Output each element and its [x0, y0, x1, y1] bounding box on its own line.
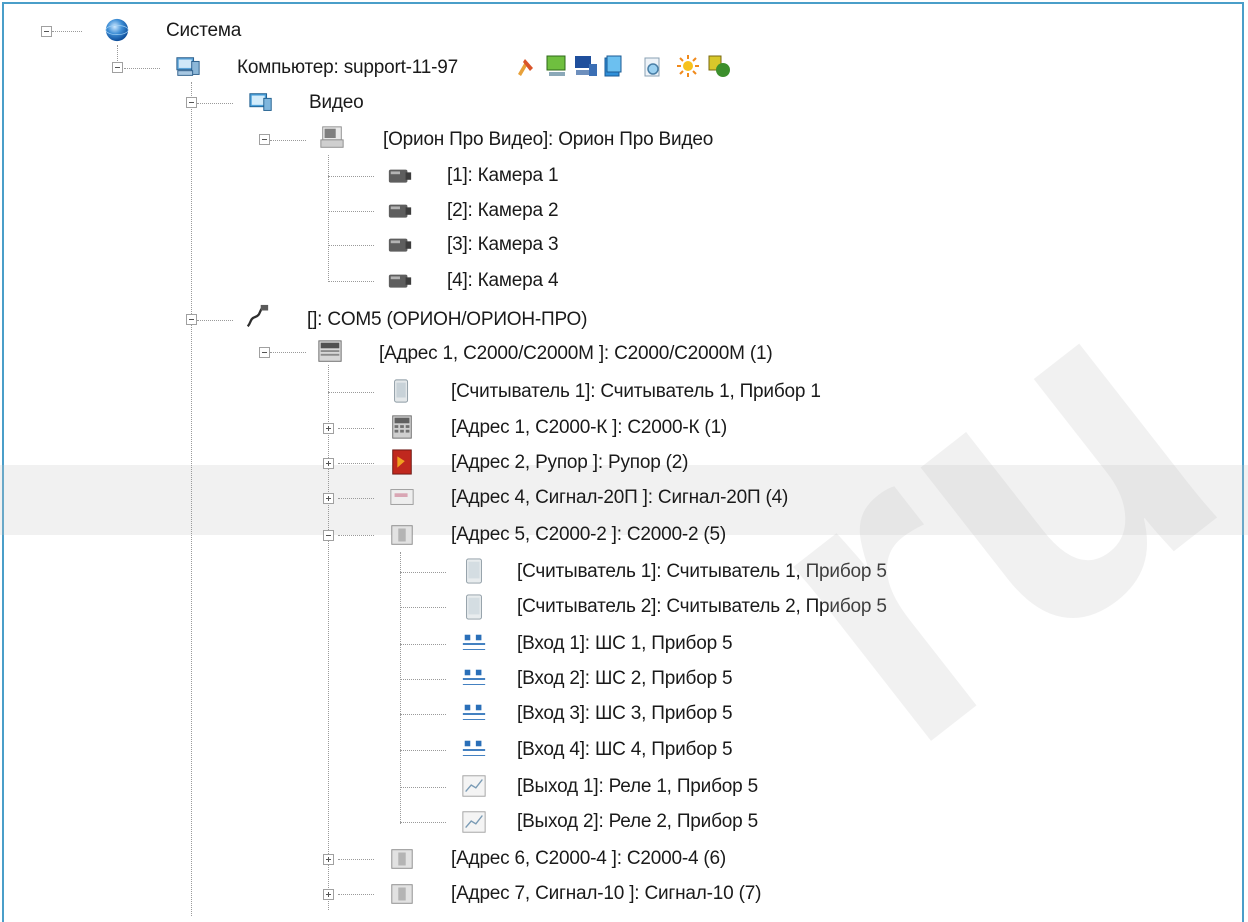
relay-icon: [462, 811, 486, 833]
tree-node-label: [Считыватель 2]: Считыватель 2, Прибор 5: [517, 596, 887, 617]
tree-node-label: [Орион Про Видео]: Орион Про Видео: [383, 129, 714, 150]
console-device-icon: [318, 340, 342, 362]
tree-node-camera[interactable]: [2]: Камера 2: [447, 194, 559, 228]
tree-node-device[interactable]: [Адрес 1, С2000-К ]: С2000-К (1): [451, 411, 727, 445]
loop-input-icon: [462, 669, 486, 686]
controller-device-icon: [391, 884, 413, 904]
tree-node-video[interactable]: Видео: [309, 86, 364, 120]
tree-node-device[interactable]: [Адрес 7, Сигнал-10 ]: Сигнал-10 (7): [451, 877, 761, 911]
tree-node-label: [Адрес 1, С2000-К ]: С2000-К (1): [451, 417, 728, 438]
expand-toggle-rupor[interactable]: [323, 458, 334, 469]
tree-node-label: [Выход 2]: Реле 2, Прибор 5: [517, 811, 758, 832]
collapse-toggle-system[interactable]: [41, 26, 52, 37]
tree-node-camera[interactable]: [4]: Камера 4: [447, 264, 559, 298]
loop-input-icon: [462, 740, 486, 757]
document-search-icon[interactable]: [641, 56, 665, 80]
tree-node-label: [Адрес 6, С2000-4 ]: С2000-4 (6): [451, 848, 727, 869]
reader-icon: [466, 594, 482, 620]
tree-node-input[interactable]: [Вход 2]: ШС 2, Прибор 5: [517, 662, 733, 696]
tree-node-label: [Вход 2]: ШС 2, Прибор 5: [517, 668, 733, 689]
tree-node-output[interactable]: [Выход 2]: Реле 2, Прибор 5: [517, 805, 758, 839]
tree-node-video-server[interactable]: [Орион Про Видео]: Орион Про Видео: [383, 123, 713, 157]
signal-device-icon: [390, 489, 414, 505]
tree-node-label: [Считыватель 1]: Считыватель 1, Прибор 5: [517, 561, 887, 582]
tree-node-reader[interactable]: [Считыватель 1]: Считыватель 1, Прибор 1: [451, 375, 821, 409]
camera-icon: [388, 238, 412, 252]
tree-node-reader[interactable]: [Считыватель 1]: Считыватель 1, Прибор 5: [517, 555, 887, 589]
tree-node-input[interactable]: [Вход 4]: ШС 4, Прибор 5: [517, 733, 733, 767]
tree-node-label: [Адрес 5, С2000-2 ]: С2000-2 (5): [451, 524, 727, 545]
computer-icon: [176, 57, 200, 76]
computer-icon[interactable]: [574, 54, 598, 78]
tree-node-label: []: COM5 (ОРИОН/ОРИОН-ПРО): [307, 309, 588, 330]
serial-port-icon: [246, 304, 269, 328]
camera-icon: [388, 204, 412, 218]
tree-node-output[interactable]: [Выход 1]: Реле 1, Прибор 5: [517, 770, 758, 804]
tree-node-label: [1]: Камера 1: [447, 165, 559, 186]
tree-node-label: [Выход 1]: Реле 1, Прибор 5: [517, 776, 758, 797]
tree-node-label: [Вход 3]: ШС 3, Прибор 5: [517, 703, 733, 724]
tree-node-device[interactable]: [Адрес 5, С2000-2 ]: С2000-2 (5): [451, 518, 726, 552]
tree-node-label: [Вход 1]: ШС 1, Прибор 5: [517, 633, 733, 654]
controller-device-icon: [391, 849, 413, 869]
collapse-toggle-video-server[interactable]: [259, 134, 270, 145]
tree-node-reader[interactable]: [Считыватель 2]: Считыватель 2, Прибор 5: [517, 590, 887, 624]
tree-node-label: [4]: Камера 4: [447, 270, 559, 291]
tree-node-camera[interactable]: [3]: Камера 3: [447, 228, 559, 262]
tree-node-label: Система: [166, 20, 242, 41]
sun-icon[interactable]: [676, 54, 700, 78]
tree-node-label: [Адрес 4, Сигнал-20П ]: Сигнал-20П (4): [451, 487, 789, 508]
tree-node-computer[interactable]: Компьютер: support-11-97: [237, 51, 458, 85]
tree-node-label: [Адрес 1, С2000/С2000М ]: С2000/С2000М (…: [379, 343, 773, 364]
reader-icon: [394, 379, 409, 403]
video-folder-icon: [249, 93, 272, 111]
tree-node-label: [3]: Камера 3: [447, 234, 559, 255]
loop-input-icon: [462, 704, 486, 721]
tools-icon[interactable]: [515, 56, 539, 80]
tree-node-label: Компьютер: support-11-97: [237, 57, 458, 78]
collapse-toggle-controller[interactable]: [259, 347, 270, 358]
tree-node-label: [2]: Камера 2: [447, 200, 559, 221]
relay-icon: [462, 775, 486, 797]
controller-device-icon: [391, 525, 413, 545]
collapse-toggle-computer[interactable]: [112, 62, 123, 73]
refresh-icon[interactable]: [707, 54, 731, 78]
tree-node-label: [Вход 4]: ШС 4, Прибор 5: [517, 739, 733, 760]
tree-node-device[interactable]: [Адрес 6, С2000-4 ]: С2000-4 (6): [451, 842, 726, 876]
tree-node-device[interactable]: [Адрес 4, Сигнал-20П ]: Сигнал-20П (4): [451, 481, 788, 515]
tree-node-label: [Считыватель 1]: Считыватель 1, Прибор 1: [451, 381, 821, 402]
video-server-icon: [320, 126, 344, 148]
tree-node-label: [Адрес 7, Сигнал-10 ]: Сигнал-10 (7): [451, 883, 762, 904]
collapse-toggle-c2000-2[interactable]: [323, 530, 334, 541]
collapse-toggle-video[interactable]: [186, 97, 197, 108]
speaker-device-icon: [392, 449, 412, 475]
expand-toggle-c2000-4[interactable]: [323, 854, 334, 865]
database-icon[interactable]: [601, 54, 625, 78]
tree-node-controller[interactable]: [Адрес 1, С2000/С2000М ]: С2000/С2000М (…: [379, 337, 773, 371]
tree-node-com5[interactable]: []: COM5 (ОРИОН/ОРИОН-ПРО): [307, 303, 587, 337]
expand-toggle-signal10[interactable]: [323, 889, 334, 900]
monitor-icon[interactable]: [545, 54, 569, 78]
tree-node-label: [Адрес 2, Рупор ]: Рупор (2): [451, 452, 689, 473]
reader-icon: [466, 558, 482, 584]
camera-icon: [388, 169, 412, 183]
tree-node-device[interactable]: [Адрес 2, Рупор ]: Рупор (2): [451, 446, 688, 480]
tree-node-system[interactable]: Система: [166, 14, 241, 48]
tree-node-input[interactable]: [Вход 1]: ШС 1, Прибор 5: [517, 627, 733, 661]
camera-icon: [388, 274, 412, 288]
device-tree[interactable]: Система Компьютер: support-11-97 Видео […: [0, 0, 1248, 916]
loop-input-icon: [462, 634, 486, 651]
keypad-icon: [392, 415, 412, 439]
expand-toggle-signal20p[interactable]: [323, 493, 334, 504]
globe-icon: [105, 18, 129, 42]
expand-toggle-c2000k[interactable]: [323, 423, 334, 434]
tree-node-camera[interactable]: [1]: Камера 1: [447, 159, 559, 193]
collapse-toggle-com5[interactable]: [186, 314, 197, 325]
tree-node-input[interactable]: [Вход 3]: ШС 3, Прибор 5: [517, 697, 733, 731]
tree-node-label: Видео: [309, 92, 364, 113]
